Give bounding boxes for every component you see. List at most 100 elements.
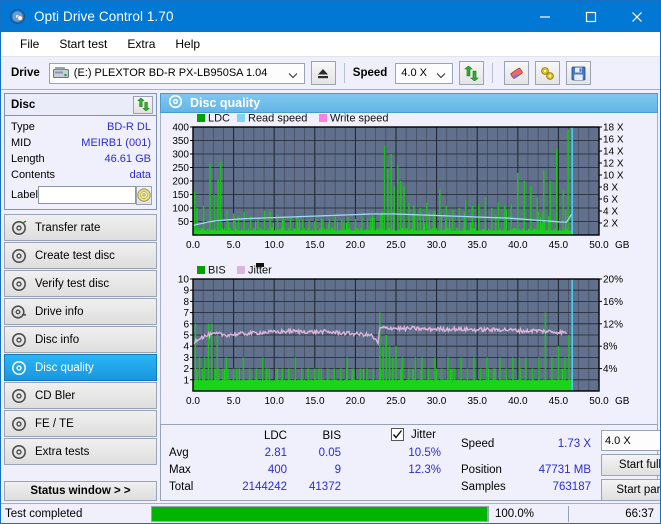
svg-text:15.0: 15.0 <box>305 240 325 251</box>
disc-row-value: 46.61 GB <box>104 153 151 165</box>
disc-info-header: Disc <box>5 94 156 116</box>
disc-info-box: Disc Type BD-R DL MID MEIRB1 (001) Lengt… <box>4 93 157 210</box>
disc-icon <box>11 248 27 264</box>
disc-row-label: Contents <box>11 169 56 181</box>
stats-position-label: Position <box>461 464 502 476</box>
quality-charts: LDC Read speed Write speed5010015020025030… <box>172 113 630 408</box>
svg-text:10.0: 10.0 <box>264 396 284 407</box>
svg-text:30.0: 30.0 <box>427 396 447 407</box>
menu-item-start-test[interactable]: Start test <box>49 34 117 54</box>
disc-row-contents: Contents data <box>11 167 151 183</box>
disc-quality-icon <box>168 94 183 112</box>
content-panel: Disc quality LDC Read speed Write speed 50 1… <box>160 90 661 501</box>
stats-jitter-max: 12.3% <box>408 464 441 476</box>
panel-header: Disc quality <box>160 93 658 113</box>
sidebar-item-extra-tests[interactable]: Extra tests <box>4 438 157 465</box>
chevron-down-icon <box>436 70 446 82</box>
window-title: Opti Drive Control 1.70 <box>34 9 174 24</box>
window-controls <box>522 1 660 32</box>
speed-label: Speed <box>352 67 388 79</box>
stats-speed-label: Speed <box>461 438 495 450</box>
svg-text:35.0: 35.0 <box>467 396 487 407</box>
drive-icon <box>52 66 69 80</box>
disc-icon <box>11 332 27 348</box>
svg-text:50: 50 <box>178 217 190 228</box>
start-part-button[interactable]: Start part <box>601 479 661 501</box>
disc-row-label: Type <box>11 121 35 133</box>
sidebar-item-transfer-rate[interactable]: Transfer rate <box>4 214 157 241</box>
jitter-checkbox[interactable] <box>391 428 404 441</box>
menu-item-help[interactable]: Help <box>165 34 210 54</box>
elapsed-time: 66:37 <box>568 505 660 522</box>
stats-ldc-total: 2144242 <box>242 481 287 493</box>
status-text: Test completed <box>5 507 83 520</box>
title-bar: Opti Drive Control 1.70 <box>1 1 660 32</box>
svg-text:5.0: 5.0 <box>227 240 241 251</box>
eraser-button[interactable] <box>504 61 530 85</box>
svg-text:40.0: 40.0 <box>508 240 528 251</box>
disc-row-value: data <box>129 169 151 181</box>
drive-select[interactable]: (E:) PLEXTOR BD-R PX-LB950SA 1.04 <box>48 62 305 84</box>
svg-text:0.0: 0.0 <box>186 240 200 251</box>
stats-header-bis: BIS <box>322 430 341 442</box>
menu-item-extra[interactable]: Extra <box>117 34 165 54</box>
menu-item-file[interactable]: File <box>10 34 49 54</box>
menu-bar: File Start test Extra Help <box>1 32 660 57</box>
sidebar-item-label: Drive info <box>35 305 84 318</box>
sidebar-item-label: Create test disc <box>35 249 115 262</box>
disc-refresh-button[interactable] <box>133 95 153 114</box>
nav-list: Transfer rate Create test disc Verify te… <box>4 214 157 465</box>
stats-bis-total: 41372 <box>309 481 341 493</box>
svg-text:30.0: 30.0 <box>427 240 447 251</box>
jitter-toggle[interactable]: Jitter <box>391 428 436 441</box>
svg-text:200: 200 <box>172 177 189 188</box>
svg-text:1: 1 <box>183 375 189 386</box>
maximize-icon[interactable] <box>568 1 614 32</box>
svg-text:18 X: 18 X <box>603 123 624 134</box>
disc-label-input[interactable] <box>37 186 136 204</box>
minimize-icon[interactable] <box>522 1 568 32</box>
eject-button[interactable] <box>310 61 336 85</box>
svg-text:10 X: 10 X <box>603 171 624 182</box>
disc-row-value: MEIRB1 (001) <box>81 137 151 149</box>
save-button[interactable] <box>566 61 592 85</box>
sidebar-item-drive-info[interactable]: Drive info <box>4 298 157 325</box>
svg-text:300: 300 <box>172 150 189 161</box>
disc-row-type: Type BD-R DL <box>11 119 151 135</box>
status-window-button[interactable]: Status window > > <box>4 481 157 501</box>
svg-text:20%: 20% <box>603 275 623 286</box>
sidebar-item-create-test-disc[interactable]: Create test disc <box>4 242 157 269</box>
drive-select-value: (E:) PLEXTOR BD-R PX-LB950SA 1.04 <box>73 67 268 79</box>
refresh-button[interactable] <box>459 61 485 85</box>
disc-label-icon[interactable] <box>135 185 152 205</box>
sidebar-item-fe-te[interactable]: FE / TE <box>4 410 157 437</box>
svg-text:4%: 4% <box>603 364 618 375</box>
svg-text:400: 400 <box>172 123 189 134</box>
svg-text:12%: 12% <box>603 319 623 330</box>
sidebar-item-disc-quality[interactable]: Disc quality <box>4 354 157 381</box>
stats-row-label-max: Max <box>169 464 191 476</box>
sidebar-item-disc-info[interactable]: Disc info <box>4 326 157 353</box>
disc-row-value: BD-R DL <box>106 121 151 133</box>
test-speed-select[interactable]: 4.0 X <box>601 430 660 451</box>
start-part-label: Start part <box>616 484 661 496</box>
start-full-button[interactable]: Start full <box>601 454 661 476</box>
tools-button[interactable] <box>535 61 561 85</box>
svg-text:Write speed: Write speed <box>330 113 389 125</box>
close-icon[interactable] <box>614 1 660 32</box>
sidebar-item-label: Extra tests <box>35 445 90 458</box>
start-full-label: Start full <box>618 459 661 471</box>
disc-row-length: Length 46.61 GB <box>11 151 151 167</box>
svg-text:9: 9 <box>183 286 189 297</box>
stats-jitter-avg: 10.5% <box>408 447 441 459</box>
disc-info-rows: Type BD-R DL MID MEIRB1 (001) Length 46.… <box>5 116 156 209</box>
disc-info-title: Disc <box>11 98 36 111</box>
svg-text:GB: GB <box>615 240 630 251</box>
disc-label-row: Label <box>11 185 152 205</box>
sidebar-item-cd-bler[interactable]: CD Bler <box>4 382 157 409</box>
progress-percent: 100.0% <box>488 505 568 522</box>
sidebar-item-verify-test-disc[interactable]: Verify test disc <box>4 270 157 297</box>
sidebar-item-label: Transfer rate <box>35 221 101 234</box>
stats-bis-avg: 0.05 <box>318 447 341 459</box>
speed-select[interactable]: 4.0 X <box>395 62 454 84</box>
